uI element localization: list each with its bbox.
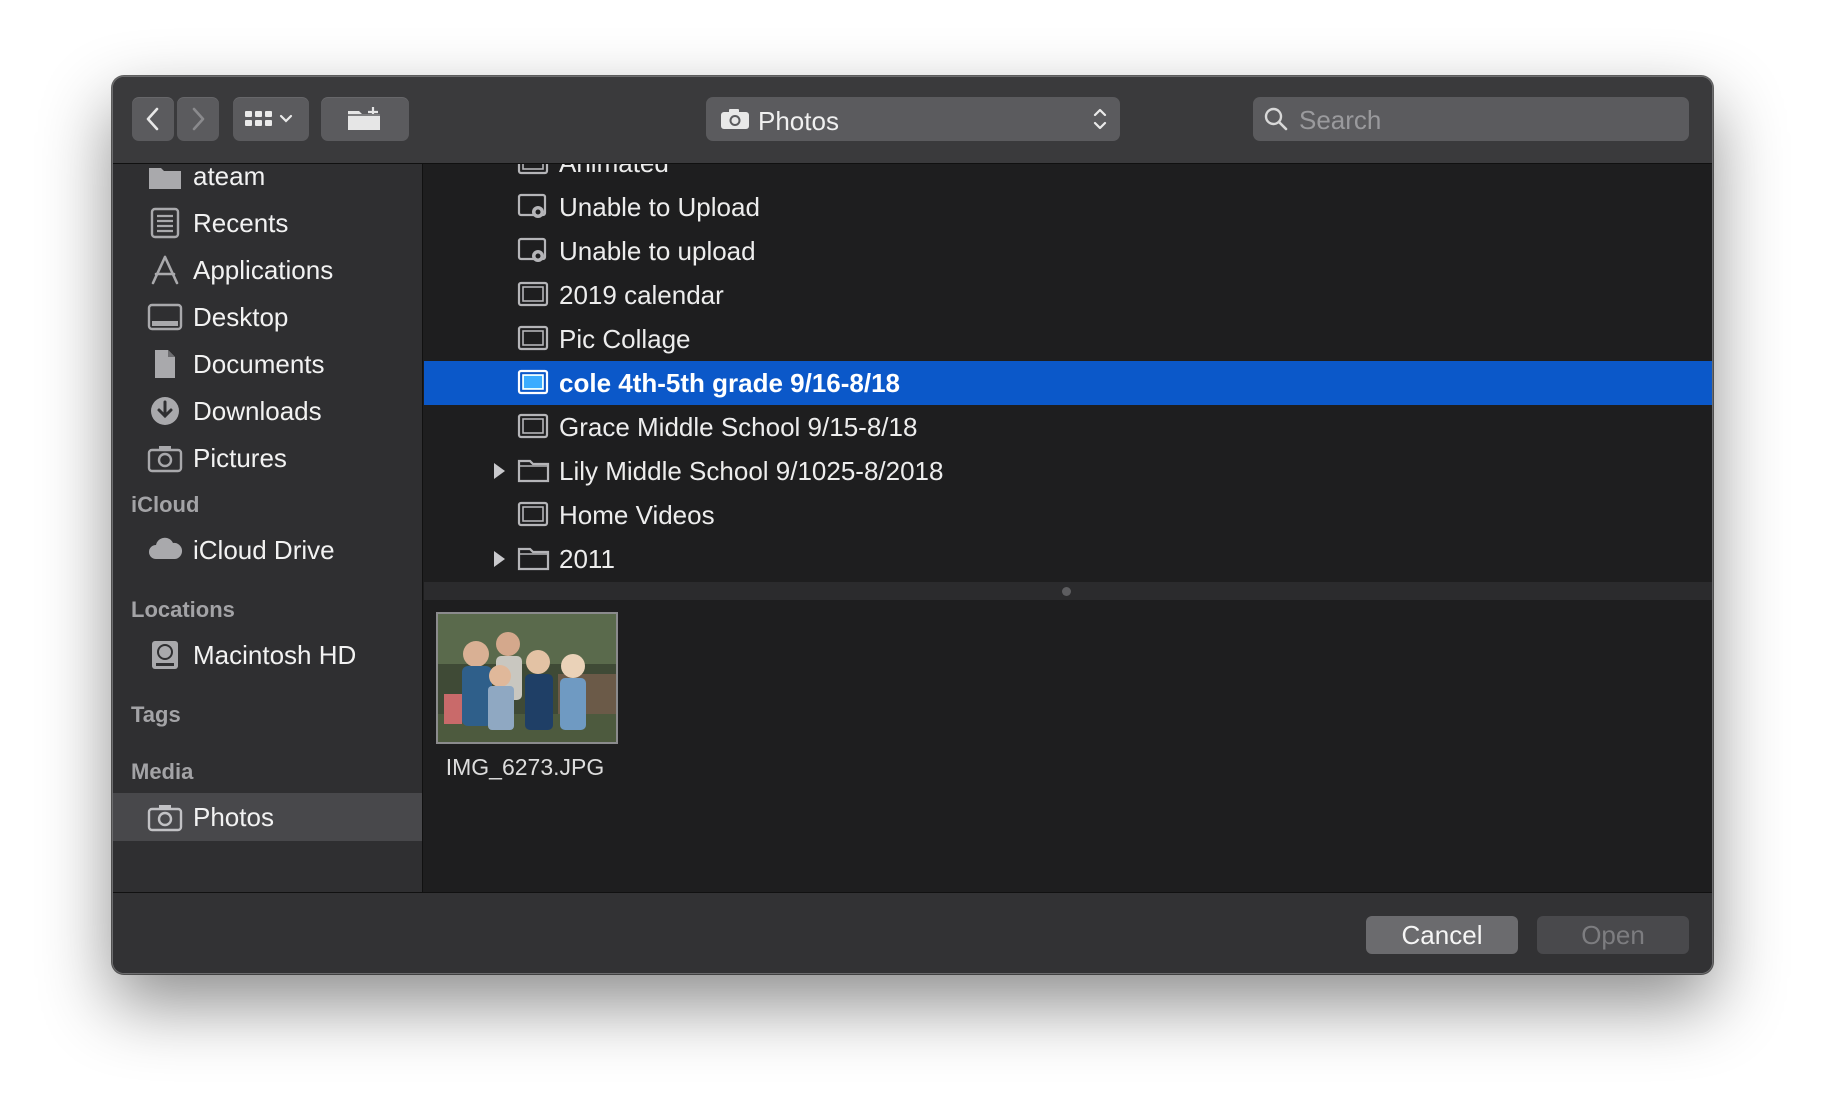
- open-button[interactable]: Open: [1537, 916, 1689, 954]
- forward-button[interactable]: [177, 97, 219, 141]
- file-name: Grace Middle School 9/15-8/18: [559, 412, 918, 442]
- section-header-icloud: iCloud: [131, 492, 200, 517]
- cancel-button[interactable]: Cancel: [1366, 916, 1518, 954]
- chevron-left-icon: [146, 107, 159, 131]
- section-header-tags: Tags: [131, 702, 181, 727]
- file-list: Animated Unable to Upload Unable to upload…: [424, 164, 1712, 590]
- grid-view-icon: [245, 111, 293, 126]
- toolbar: Photos: [113, 77, 1712, 164]
- search-field[interactable]: [1253, 97, 1689, 141]
- folder-icon: [517, 459, 550, 483]
- album-icon: [517, 281, 549, 307]
- file-name: cole 4th-5th grade 9/16-8/18: [559, 368, 901, 398]
- new-folder-icon: [348, 107, 380, 130]
- file-row[interactable]: 2019 calendar: [424, 273, 1712, 317]
- sidebar-item-label: iCloud Drive: [193, 534, 335, 565]
- photo-image: [438, 614, 616, 742]
- up-down-arrows-icon: [1093, 108, 1107, 130]
- file-name: Unable to upload: [559, 236, 756, 266]
- sidebar-item-label: Photos: [193, 801, 274, 832]
- sidebar-item-label: Documents: [193, 348, 325, 379]
- file-row[interactable]: Animated: [424, 164, 1712, 185]
- downloads-icon: [151, 397, 179, 425]
- smart-album-icon: [517, 237, 547, 262]
- file-row[interactable]: 2011: [424, 537, 1712, 581]
- divider-handle[interactable]: [1062, 587, 1071, 596]
- sidebar-item-ateam[interactable]: ateam: [113, 164, 422, 200]
- sidebar-item-label: Recents: [193, 207, 289, 238]
- album-icon: [517, 501, 549, 527]
- folder-icon: [149, 168, 181, 189]
- search-input[interactable]: [1297, 103, 1681, 137]
- view-options-button[interactable]: [233, 97, 309, 141]
- sidebar-item-recents[interactable]: Recents: [113, 199, 422, 247]
- sidebar-item-label: Pictures: [193, 442, 287, 473]
- sidebar-item-label: Macintosh HD: [193, 639, 357, 670]
- sidebar-item-downloads[interactable]: Downloads: [113, 387, 422, 435]
- camera-icon: [147, 805, 183, 832]
- disclosure-triangle-icon[interactable]: [492, 462, 506, 480]
- smart-album-icon: [517, 193, 547, 218]
- sidebar: ateam Recents Applications Desktop Docum…: [113, 164, 423, 892]
- camera-icon: [721, 109, 749, 129]
- sidebar-item-label: ateam: [193, 164, 266, 191]
- sidebar-item-pictures[interactable]: Pictures: [113, 434, 422, 482]
- file-row[interactable]: Lily Middle School 9/1025-8/2018: [424, 449, 1712, 493]
- album-icon: [517, 369, 549, 395]
- hard-drive-icon: [152, 641, 178, 669]
- file-row[interactable]: Unable to upload: [424, 229, 1712, 273]
- preview-pane: IMG_6273.JPG: [424, 600, 1712, 892]
- cloud-icon: [149, 537, 183, 559]
- dialog-footer: Cancel Open: [113, 892, 1712, 973]
- desktop-icon: [147, 303, 183, 331]
- new-folder-button[interactable]: [321, 97, 409, 141]
- thumbnail-filename: IMG_6273.JPG: [445, 754, 605, 780]
- album-icon: [517, 164, 549, 175]
- sidebar-item-label: Applications: [193, 254, 334, 285]
- file-name: Home Videos: [559, 500, 715, 530]
- file-row[interactable]: Home Videos: [424, 493, 1712, 537]
- file-name: Lily Middle School 9/1025-8/2018: [559, 456, 944, 486]
- file-row[interactable]: Unable to Upload: [424, 185, 1712, 229]
- file-name: Unable to Upload: [559, 192, 760, 222]
- album-icon: [517, 413, 549, 439]
- photo-thumbnail[interactable]: [436, 612, 618, 744]
- file-row[interactable]: Grace Middle School 9/15-8/18: [424, 405, 1712, 449]
- open-file-dialog: Photos ateam Recents: [112, 76, 1713, 974]
- section-header-media: Media: [131, 759, 194, 784]
- sidebar-item-desktop[interactable]: Desktop: [113, 293, 422, 341]
- file-name: Animated: [559, 164, 669, 179]
- folder-icon: [517, 547, 550, 571]
- file-name: 2019 calendar: [559, 280, 724, 310]
- recents-icon: [150, 207, 180, 239]
- sidebar-item-photos[interactable]: Photos: [113, 793, 422, 841]
- file-name: 2011: [559, 544, 615, 574]
- sidebar-item-icloud-drive[interactable]: iCloud Drive: [113, 526, 422, 574]
- split-divider[interactable]: [424, 582, 1712, 600]
- sidebar-item-label: Downloads: [193, 395, 322, 426]
- sidebar-item-label: Desktop: [193, 301, 289, 332]
- location-popup[interactable]: Photos: [706, 97, 1120, 141]
- search-icon: [1264, 107, 1288, 131]
- file-row[interactable]: Pic Collage: [424, 317, 1712, 361]
- applications-icon: [151, 255, 179, 285]
- file-name: Pic Collage: [559, 324, 691, 354]
- sidebar-item-macintosh-hd[interactable]: Macintosh HD: [113, 631, 422, 679]
- album-icon: [517, 325, 549, 351]
- disclosure-triangle-icon[interactable]: [492, 550, 506, 568]
- back-button[interactable]: [132, 97, 174, 141]
- documents-icon: [155, 350, 175, 378]
- sidebar-item-applications[interactable]: Applications: [113, 246, 422, 294]
- camera-icon: [147, 446, 183, 473]
- location-label: Photos: [758, 106, 839, 136]
- file-row[interactable]: cole 4th-5th grade 9/16-8/18: [424, 361, 1712, 405]
- sidebar-item-documents[interactable]: Documents: [113, 340, 422, 388]
- section-header-locations: Locations: [131, 597, 235, 622]
- chevron-right-icon: [192, 107, 205, 131]
